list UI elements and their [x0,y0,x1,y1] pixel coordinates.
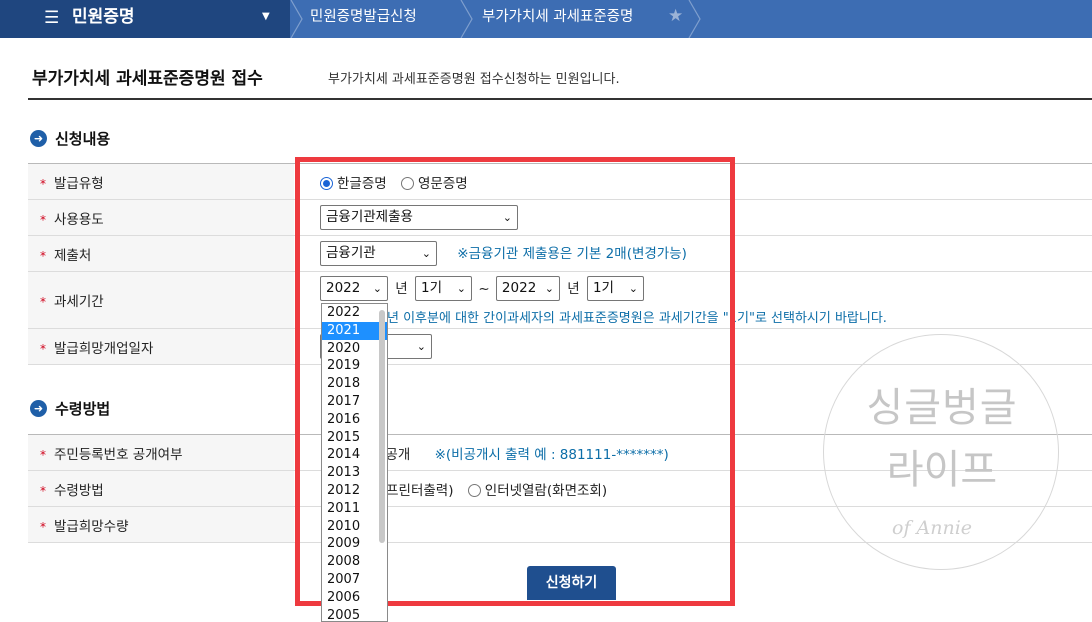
watermark-line2: 라이프 [886,447,998,493]
required-mark: * [40,176,46,191]
year-option[interactable]: 2013 [322,464,387,482]
page-title: 부가가치세 과세표준증명원 접수 [32,69,263,89]
favorite-star-icon[interactable]: ★ [668,6,683,26]
caret-down-icon: ▼ [262,11,270,22]
year-option[interactable]: 2018 [322,375,387,393]
hamburger-icon: ☰ [44,8,60,28]
menu-title: 민원증명 [72,7,135,27]
breadcrumb-separator-icon [688,0,702,38]
year-option[interactable]: 2009 [322,535,387,553]
year-option[interactable]: 2010 [322,518,387,536]
required-mark: * [40,248,46,263]
page-description: 부가가치세 과세표준증명원 접수신청하는 민원입니다. [328,72,620,87]
watermark-line3: of Annie [892,517,973,539]
label-submit-to: 제출처 [54,247,92,264]
year-option[interactable]: 2017 [322,393,387,411]
year-option[interactable]: 2008 [322,553,387,571]
watermark: 싱글벙글 라이프 of Annie [823,334,1059,570]
label-purpose: 사용용도 [54,211,104,228]
year-option[interactable]: 2005 [322,607,387,621]
required-mark: * [40,519,46,534]
year-option[interactable]: 2006 [322,589,387,607]
required-mark: * [40,447,46,462]
year-option[interactable]: 2015 [322,429,387,447]
heading-divider [28,98,1092,100]
required-mark: * [40,483,46,498]
year-option[interactable]: 2022 [322,304,387,322]
label-open-date: 발급희망개업일자 [54,340,154,357]
year-option[interactable]: 2019 [322,357,387,375]
required-mark: * [40,295,46,309]
dropdown-scrollbar[interactable] [379,310,385,543]
year-options: 2022 2021 2020 2019 2018 2017 2016 2015 2014 2013… [322,304,387,621]
menu-dropdown[interactable]: ☰ 민원증명 ▼ [0,0,290,38]
section-title-application: 신청내용 [55,130,111,148]
top-nav-bar: ☰ 민원증명 ▼ 민원증명발급신청 부가가치세 과세표준증명 ★ [0,0,1092,38]
label-issue-type: 발급유형 [54,175,104,192]
year-option[interactable]: 2011 [322,500,387,518]
year-option[interactable]: 2007 [322,571,387,589]
breadcrumb-separator-icon [460,0,474,38]
year-option[interactable]: 2020 [322,340,387,358]
breadcrumb-separator-icon [290,0,304,38]
watermark-line1: 싱글벙글 [866,385,1018,431]
required-mark: * [40,212,46,227]
section-title-receive: 수령방법 [55,400,111,418]
year-option[interactable]: 2014 [322,446,387,464]
arrow-circle-icon: ➜ [30,130,47,147]
label-rrn: 주민등록번호 공개여부 [54,446,183,463]
year-option[interactable]: 2016 [322,411,387,429]
breadcrumb-vat-certificate[interactable]: 부가가치세 과세표준증명 [482,8,633,26]
year-option[interactable]: 2012 [322,482,387,500]
label-quantity: 발급희망수량 [54,518,129,535]
label-receive-method: 수령방법 [54,482,104,499]
required-mark: * [40,341,46,356]
year-option[interactable]: 2021 [322,321,387,340]
breadcrumb-issue-request[interactable]: 민원증명발급신청 [310,8,417,26]
year-dropdown-list[interactable]: 2022 2021 2020 2019 2018 2017 2016 2015 2014 2013… [321,303,388,622]
arrow-circle-icon: ➜ [30,400,47,417]
label-tax-period: 과세기간 [54,294,104,310]
